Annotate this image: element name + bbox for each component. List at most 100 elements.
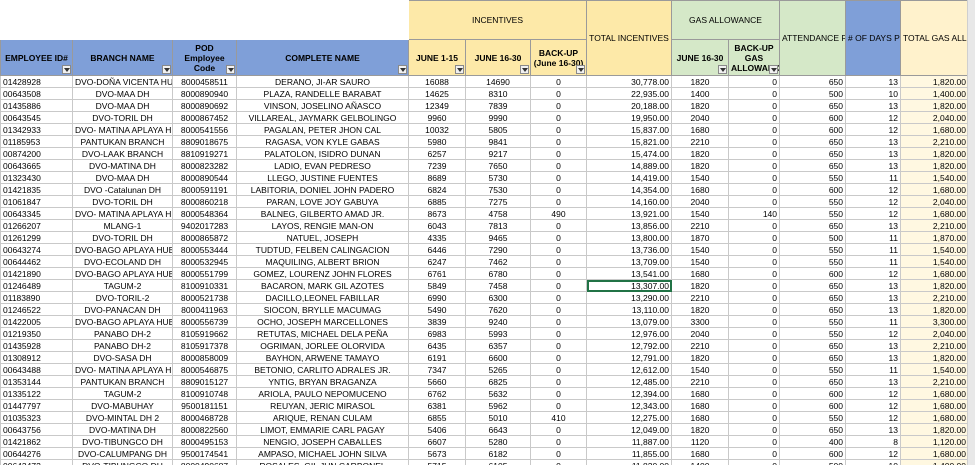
cell-total-gas[interactable]: 2,040.00 [900,327,969,340]
cell-attendance[interactable]: 650 [779,351,846,364]
cell-employee-id[interactable]: 00643345 [0,207,73,220]
cell-pod-code[interactable]: 8100910331 [172,279,237,292]
cell-gas-june-16-30[interactable]: 2210 [671,219,729,232]
cell-total-incentives[interactable]: 13,290.00 [586,291,672,304]
cell-june-16-30[interactable]: 7462 [465,255,531,268]
cell-branch[interactable]: DVO-BAGO APLAYA HUB [72,315,173,328]
cell-employee-id[interactable]: 01219350 [0,327,73,340]
cell-june-1-15[interactable]: 6435 [408,339,466,352]
cell-june-1-15[interactable]: 6990 [408,291,466,304]
cell-total-gas[interactable]: 1,680.00 [900,207,969,220]
cell-june-16-30[interactable]: 6357 [465,339,531,352]
cell-total-gas[interactable]: 1,820.00 [900,351,969,364]
cell-total-gas[interactable]: 1,820.00 [900,147,969,160]
cell-pod-code[interactable]: 8000532945 [172,255,237,268]
cell-june-1-15[interactable]: 6824 [408,183,466,196]
cell-attendance[interactable]: 650 [779,303,846,316]
cell-pod-code[interactable]: 8000553444 [172,243,237,256]
cell-branch[interactable]: TAGUM-2 [72,279,173,292]
cell-branch[interactable]: DVO-TORIL-2 [72,291,173,304]
cell-june-1-15[interactable]: 6983 [408,327,466,340]
cell-attendance[interactable]: 550 [779,207,846,220]
cell-pod-code[interactable]: 8000551799 [172,267,237,280]
cell-gas-backup[interactable]: 0 [728,315,780,328]
cell-branch[interactable]: MLANG-1 [72,219,173,232]
cell-total-incentives[interactable]: 13,736.00 [586,243,672,256]
cell-gas-backup[interactable]: 0 [728,447,780,460]
cell-attendance[interactable]: 650 [779,375,846,388]
cell-gas-backup[interactable]: 0 [728,459,780,465]
cell-gas-backup[interactable]: 0 [728,171,780,184]
cell-days-pod[interactable]: 11 [845,363,901,376]
cell-backup[interactable]: 0 [530,147,587,160]
cell-gas-backup[interactable]: 0 [728,267,780,280]
cell-employee-id[interactable]: 01435886 [0,99,73,112]
cell-total-incentives[interactable]: 12,792.00 [586,339,672,352]
cell-name[interactable]: VILLAREAL, JAYMARK GELBOLINGO [236,111,409,124]
cell-june-16-30[interactable]: 9841 [465,135,531,148]
cell-total-gas[interactable]: 1,680.00 [900,267,969,280]
cell-branch[interactable]: DVO-MABUHAY [72,399,173,412]
cell-name[interactable]: ROSALES, GIL JUN CARBONEL [236,459,409,465]
cell-employee-id[interactable]: 01421835 [0,183,73,196]
cell-gas-june-16-30[interactable]: 1680 [671,267,729,280]
cell-june-1-15[interactable]: 7239 [408,159,466,172]
cell-name[interactable]: LAYOS, RENGIE MAN-ON [236,219,409,232]
cell-june-1-15[interactable]: 5660 [408,375,466,388]
cell-june-1-15[interactable]: 6257 [408,147,466,160]
cell-branch[interactable]: DVO-TIBUNGCO DH [72,459,173,465]
filter-dropdown-button[interactable] [226,65,235,74]
cell-backup[interactable]: 0 [530,171,587,184]
cell-attendance[interactable]: 650 [779,423,846,436]
cell-employee-id[interactable]: 01323430 [0,171,73,184]
cell-pod-code[interactable]: 8000546875 [172,363,237,376]
cell-days-pod[interactable]: 13 [845,423,901,436]
cell-branch[interactable]: PANTUKAN BRANCH [72,375,173,388]
cell-days-pod[interactable]: 13 [845,219,901,232]
cell-june-16-30[interactable]: 6600 [465,351,531,364]
cell-branch[interactable]: PANABO DH-2 [72,327,173,340]
cell-days-pod[interactable]: 12 [845,207,901,220]
cell-branch[interactable]: DVO- MATINA APLAYA H [72,363,173,376]
cell-total-incentives[interactable]: 19,950.00 [586,111,672,124]
cell-pod-code[interactable]: 8000591191 [172,183,237,196]
cell-pod-code[interactable]: 8000823282 [172,159,237,172]
cell-total-gas[interactable]: 1,870.00 [900,231,969,244]
cell-branch[interactable]: DVO -Catalunan DH [72,183,173,196]
cell-backup[interactable]: 0 [530,387,587,400]
cell-attendance[interactable]: 550 [779,171,846,184]
cell-days-pod[interactable]: 13 [845,147,901,160]
cell-branch[interactable]: DVO-BAGO APLAYA HUB [72,243,173,256]
cell-pod-code[interactable]: 8105917378 [172,339,237,352]
cell-backup[interactable]: 0 [530,399,587,412]
cell-june-16-30[interactable]: 7813 [465,219,531,232]
cell-branch[interactable]: DVO-TORIL DH [72,111,173,124]
cell-days-pod[interactable]: 12 [845,399,901,412]
cell-name[interactable]: LIMOT, EMMARIE CARL PAGAY [236,423,409,436]
cell-attendance[interactable]: 600 [779,111,846,124]
cell-backup[interactable]: 0 [530,447,587,460]
cell-june-1-15[interactable]: 5849 [408,279,466,292]
cell-days-pod[interactable]: 13 [845,135,901,148]
cell-june-16-30[interactable]: 5962 [465,399,531,412]
cell-branch[interactable]: DVO- MATINA APLAYA H [72,207,173,220]
cell-june-16-30[interactable]: 5730 [465,171,531,184]
cell-total-incentives[interactable]: 30,778.00 [586,75,672,88]
cell-pod-code[interactable]: 8809018675 [172,135,237,148]
cell-total-gas[interactable]: 3,300.00 [900,315,969,328]
cell-employee-id[interactable]: 01261299 [0,231,73,244]
cell-name[interactable]: NENGIO, JOSEPH CABALLES [236,435,409,448]
cell-gas-june-16-30[interactable]: 1680 [671,447,729,460]
cell-name[interactable]: DERANO, JI-AR SAURO [236,75,409,88]
cell-total-gas[interactable]: 2,210.00 [900,291,969,304]
cell-employee-id[interactable]: 01035323 [0,411,73,424]
cell-total-incentives[interactable]: 12,275.00 [586,411,672,424]
cell-attendance[interactable]: 600 [779,387,846,400]
cell-employee-id[interactable]: 01266207 [0,219,73,232]
cell-gas-backup[interactable]: 0 [728,87,780,100]
cell-gas-backup[interactable]: 0 [728,123,780,136]
cell-total-incentives[interactable]: 13,921.00 [586,207,672,220]
cell-attendance[interactable]: 600 [779,399,846,412]
cell-name[interactable]: MAQUILING, ALBERT BRION [236,255,409,268]
cell-gas-backup[interactable]: 0 [728,363,780,376]
